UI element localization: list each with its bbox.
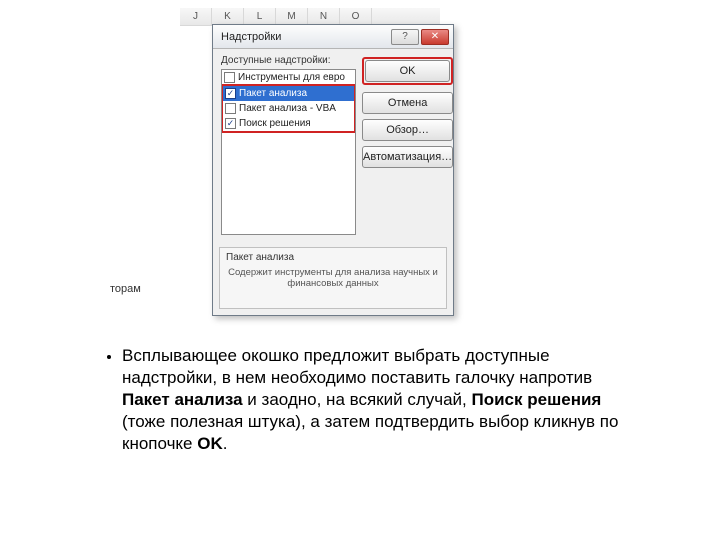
addins-listbox[interactable]: Инструменты для евро ✓ Пакет анализа Пак… — [221, 69, 356, 235]
checkbox-icon[interactable]: ✓ — [225, 88, 236, 99]
highlight-red-box: OK — [362, 57, 453, 85]
list-item[interactable]: Пакет анализа - VBA — [223, 101, 354, 116]
highlight-red-box: ✓ Пакет анализа Пакет анализа - VBA ✓ По… — [221, 84, 356, 133]
list-item-label: Инструменты для евро — [238, 72, 345, 83]
automation-button[interactable]: Автоматизация… — [362, 146, 453, 168]
description-title: Пакет анализа — [226, 252, 440, 263]
col-header: L — [244, 8, 276, 25]
col-header: K — [212, 8, 244, 25]
list-item-label: Пакет анализа - VBA — [239, 103, 336, 114]
col-header: M — [276, 8, 308, 25]
dialog-body: Доступные надстройки: Инструменты для ев… — [213, 49, 453, 243]
instruction-bullet: Всплывающее окошко предложит выбрать дос… — [122, 345, 640, 455]
addins-dialog: Надстройки ? ✕ Доступные надстройки: Инс… — [212, 24, 454, 316]
list-item[interactable]: ✓ Поиск решения — [223, 116, 354, 131]
col-header: O — [340, 8, 372, 25]
col-header: J — [180, 8, 212, 25]
list-item-label: Поиск решения — [239, 118, 311, 129]
checkbox-icon[interactable] — [225, 103, 236, 114]
description-body: Содержит инструменты для анализа научных… — [226, 267, 440, 290]
browse-button[interactable]: Обзор… — [362, 119, 453, 141]
close-button[interactable]: ✕ — [421, 29, 449, 45]
list-item[interactable]: ✓ Пакет анализа — [223, 86, 354, 101]
dialog-title: Надстройки — [221, 31, 389, 43]
col-header: N — [308, 8, 340, 25]
checkbox-icon[interactable]: ✓ — [225, 118, 236, 129]
checkbox-icon[interactable] — [224, 72, 235, 83]
available-addins-label: Доступные надстройки: — [221, 55, 356, 66]
help-button[interactable]: ? — [391, 29, 419, 45]
dialog-titlebar[interactable]: Надстройки ? ✕ — [213, 25, 453, 49]
ok-button[interactable]: OK — [365, 60, 450, 82]
instruction-text: Всплывающее окошко предложит выбрать дос… — [100, 345, 640, 455]
addin-description-panel: Пакет анализа Содержит инструменты для а… — [219, 247, 447, 309]
partial-text: торам — [110, 283, 141, 295]
list-item[interactable]: Инструменты для евро — [222, 70, 355, 85]
cancel-button[interactable]: Отмена — [362, 92, 453, 114]
list-item-label: Пакет анализа — [239, 88, 307, 99]
